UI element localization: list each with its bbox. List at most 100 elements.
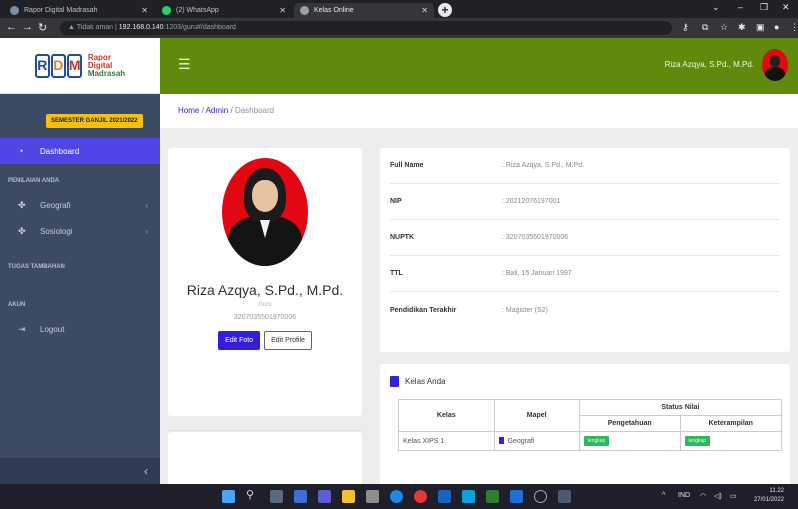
chrome-icon[interactable] bbox=[414, 490, 427, 503]
semester-badge: SEMESTER GANJIL 2021/2022 bbox=[46, 114, 143, 128]
sidebar-item-dashboard[interactable]: ◔ Dashboard bbox=[0, 138, 160, 164]
extension-icon[interactable]: ✱ bbox=[738, 22, 746, 33]
info-value: : Riza Azqya, S.Pd., M.Pd. bbox=[502, 162, 585, 169]
section-penilaian: PENILAIAN ANDA bbox=[8, 178, 60, 184]
breadcrumb-admin[interactable]: Admin bbox=[206, 106, 229, 115]
windows-start-icon[interactable] bbox=[222, 490, 235, 503]
tab-whatsapp[interactable]: (2) WhatsApp ✕ bbox=[156, 3, 292, 18]
store-icon[interactable] bbox=[438, 490, 451, 503]
info-value: : Magister (S2) bbox=[502, 306, 548, 314]
semester-area: SEMESTER GANJIL 2021/2022 bbox=[0, 102, 160, 138]
bookmark-star-icon[interactable]: ☆ bbox=[720, 22, 728, 33]
reload-icon[interactable]: ↻ bbox=[38, 21, 47, 34]
tab-rapor-digital[interactable]: Rapor Digital Madrasah ✕ bbox=[4, 3, 154, 18]
copyright-app-icon[interactable] bbox=[534, 490, 547, 503]
edit-foto-button[interactable]: Edit Foto bbox=[218, 331, 261, 350]
tab-title: Rapor Digital Madrasah bbox=[24, 7, 98, 14]
logo-letter: D bbox=[50, 53, 66, 78]
logo-mark: R D M bbox=[34, 53, 82, 78]
sidebar-collapse-button[interactable]: ‹ bbox=[0, 458, 160, 484]
chat-icon[interactable] bbox=[318, 490, 331, 503]
whatsapp-favicon-icon bbox=[162, 6, 171, 15]
close-tab-icon[interactable]: ✕ bbox=[141, 6, 148, 15]
address-bar-row: ← → ↻ ▲ Tidak aman | 192.168.0.140:1203/… bbox=[0, 18, 798, 38]
mapel-cell[interactable]: Geografi bbox=[493, 431, 580, 451]
back-icon[interactable]: ← bbox=[6, 21, 17, 33]
widgets-icon[interactable] bbox=[294, 490, 307, 503]
clock-time: 11.22 bbox=[769, 488, 784, 494]
book-icon bbox=[390, 376, 399, 387]
chevron-up-icon[interactable]: ^ bbox=[662, 492, 665, 499]
status-badge: lengkap bbox=[583, 436, 610, 446]
new-tab-button[interactable]: + bbox=[438, 3, 452, 17]
wifi-icon[interactable]: ◠ bbox=[700, 492, 706, 500]
clock[interactable]: 11.22 27/01/2022 bbox=[754, 487, 784, 505]
mail-icon[interactable] bbox=[462, 490, 475, 503]
info-row: TTL : Bali, 15 Januari 1997 bbox=[390, 256, 780, 292]
close-tab-icon[interactable]: ✕ bbox=[421, 6, 428, 15]
chevron-left-icon: ‹ bbox=[145, 226, 148, 236]
kelas-favicon-icon bbox=[300, 6, 309, 15]
column-header: Pengetahuan bbox=[578, 415, 681, 432]
dashboard-icon: ◔ bbox=[18, 146, 24, 156]
chevron-down-icon[interactable]: ⌄ bbox=[712, 2, 720, 13]
profile-nip: 3207035501970006 bbox=[233, 314, 297, 321]
profile-role: Guru bbox=[258, 302, 272, 308]
info-card: Full Name : Riza Azqya, S.Pd., M.Pd. NIP… bbox=[380, 148, 790, 352]
sidebar-item-logout[interactable]: ⇥ Logout bbox=[0, 316, 160, 342]
close-window-icon[interactable]: ✕ bbox=[782, 2, 790, 13]
kelas-title-text: Kelas Anda bbox=[405, 377, 446, 386]
url-host: 192.168.0.140 bbox=[118, 24, 164, 31]
app-icon[interactable] bbox=[486, 490, 499, 503]
header-user-name[interactable]: Riza Azqya, S.Pd., M.Pd. bbox=[665, 60, 754, 69]
edit-profile-button[interactable]: Edit Profile bbox=[264, 331, 312, 350]
info-value: : 3207035501970006 bbox=[502, 234, 569, 241]
breadcrumb-current: Dashboard bbox=[234, 106, 275, 115]
word-icon[interactable] bbox=[510, 490, 523, 503]
forward-icon[interactable]: → bbox=[22, 21, 33, 33]
volume-icon[interactable]: ◁) bbox=[714, 492, 722, 500]
browser-tab-strip: Rapor Digital Madrasah ✕ (2) WhatsApp ✕ … bbox=[0, 0, 798, 18]
tab-kelas-online[interactable]: Kelas Online ✕ bbox=[294, 3, 434, 18]
table-row[interactable]: Kelas XIPS 1 Geografi lengkap lengkap bbox=[398, 431, 783, 451]
info-value: : Bali, 15 Januari 1997 bbox=[502, 270, 572, 277]
sidebar-item-label: Dashboard bbox=[40, 146, 80, 156]
sidebar-item-sosiologi[interactable]: ✤ Sosiologi ‹ bbox=[0, 218, 160, 244]
share-icon[interactable]: ⧉ bbox=[702, 22, 708, 33]
sidebar-item-label: Logout bbox=[40, 324, 65, 334]
close-tab-icon[interactable]: ✕ bbox=[279, 6, 286, 15]
file-explorer-icon[interactable] bbox=[342, 490, 355, 503]
tab-title: Kelas Online bbox=[314, 7, 354, 14]
key-icon[interactable]: ⚷ bbox=[682, 22, 689, 33]
hamburger-menu-icon[interactable]: ☰ bbox=[178, 56, 191, 73]
sidepanel-icon[interactable]: ▣ bbox=[756, 22, 765, 33]
warning-icon: ▲ bbox=[68, 24, 77, 31]
book-icon bbox=[498, 437, 504, 444]
language-indicator[interactable]: IND bbox=[678, 492, 690, 499]
breadcrumb-home[interactable]: Home bbox=[178, 106, 199, 115]
kelas-card: Kelas Anda Kelas Mapel Status Nilai Peng… bbox=[380, 364, 790, 484]
avatar[interactable] bbox=[762, 49, 788, 81]
info-label: Full Name bbox=[390, 162, 424, 169]
maximize-icon[interactable]: ❐ bbox=[760, 2, 768, 13]
divider bbox=[168, 430, 362, 431]
url-input[interactable]: ▲ Tidak aman | 192.168.0.140:1203/guru#/… bbox=[60, 21, 672, 35]
menu-dots-icon[interactable]: ⋮ bbox=[790, 22, 798, 33]
app-header: R D M Rapor Digital Madrasah ☰ Riza Azqy… bbox=[0, 38, 798, 94]
task-view-icon[interactable] bbox=[270, 490, 283, 503]
kelas-table: Kelas Mapel Status Nilai Pengetahuan Ket… bbox=[398, 399, 783, 451]
profile-icon[interactable]: ● bbox=[774, 22, 779, 32]
logo[interactable]: R D M Rapor Digital Madrasah bbox=[0, 38, 160, 94]
column-header: Kelas bbox=[398, 399, 495, 432]
breadcrumb: Home / Admin / Dashboard bbox=[160, 94, 798, 128]
battery-icon[interactable]: ▭ bbox=[730, 492, 737, 500]
logo-letter: R bbox=[34, 53, 50, 78]
edge-icon[interactable] bbox=[390, 490, 403, 503]
settings-icon[interactable] bbox=[366, 490, 379, 503]
section-tugas-tambahan: TUGAS TAMBAHAN bbox=[8, 264, 65, 270]
photos-icon[interactable] bbox=[558, 490, 571, 503]
minimize-icon[interactable]: – bbox=[738, 2, 743, 12]
info-value: : 20212076197001 bbox=[502, 198, 561, 205]
sidebar-item-geografi[interactable]: ✤ Geografi ‹ bbox=[0, 192, 160, 218]
search-icon[interactable]: ⚲ bbox=[246, 488, 259, 501]
